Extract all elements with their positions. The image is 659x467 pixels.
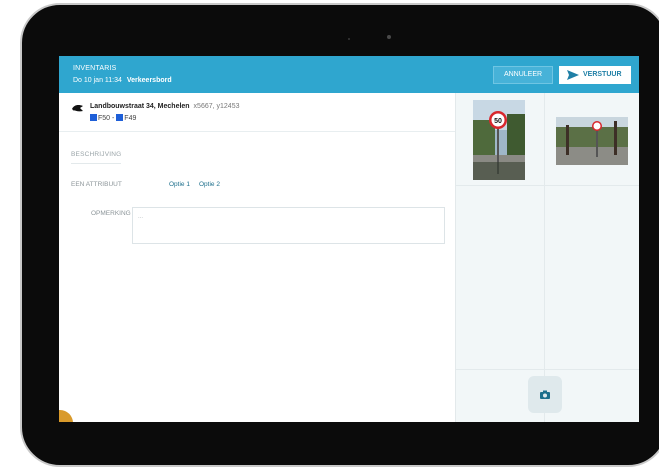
camera-button[interactable] <box>528 376 562 413</box>
app-screen: INVENTARIS Do 10 jan 11:34 Verkeersbord … <box>59 56 639 422</box>
sign-code-1: F50 <box>98 115 111 122</box>
speed-sign-photo: 50 <box>473 100 525 180</box>
location-address: Landbouwstraat 34, Mechelen <box>90 103 190 110</box>
sensor-dot <box>348 38 350 40</box>
remark-label: OPMERKING <box>91 210 131 217</box>
tab-description[interactable]: BESCHRIJVING <box>71 151 122 164</box>
location-coords: x5667, y12453 <box>193 103 240 110</box>
photo-panel: 50 <box>455 93 639 422</box>
sign-code-2: F49 <box>124 115 137 122</box>
location-row[interactable]: Landbouwstraat 34, Mechelen x5667, y1245… <box>59 93 455 132</box>
sign-icon <box>116 114 124 121</box>
cancel-button[interactable]: ANNULEER <box>493 66 553 84</box>
attribute-option-2[interactable]: Optie 2 <box>199 181 220 188</box>
header-subtitle: Do 10 jan 11:34 Verkeersbord <box>73 77 172 84</box>
form-panel: Landbouwstraat 34, Mechelen x5667, y1245… <box>59 93 455 422</box>
remark-field[interactable]: ... <box>132 207 445 244</box>
grid-divider <box>456 369 639 370</box>
front-camera <box>387 35 391 39</box>
header-bar: INVENTARIS Do 10 jan 11:34 Verkeersbord … <box>59 56 639 93</box>
grid-divider <box>456 185 639 186</box>
camera-icon <box>540 390 550 399</box>
location-address-line: Landbouwstraat 34, Mechelen x5667, y1245… <box>90 103 239 110</box>
header-type: Verkeersbord <box>126 77 172 84</box>
sign-codes: F50 - F49 <box>90 114 136 122</box>
grid-divider <box>544 93 545 422</box>
attribute-label: EEN ATTRIBUUT <box>71 181 122 188</box>
street-photo <box>556 117 628 165</box>
send-button-label: VERSTUUR <box>583 71 622 78</box>
send-icon <box>567 70 579 80</box>
header-date: Do 10 jan 11:34 <box>73 77 122 84</box>
attribute-option-1[interactable]: Optie 1 <box>169 181 190 188</box>
svg-text:50: 50 <box>494 118 502 125</box>
sign-icon <box>90 114 97 121</box>
photo-thumbnail[interactable]: 50 <box>473 100 525 180</box>
location-pin-icon <box>72 105 83 112</box>
header-title: INVENTARIS <box>73 65 117 72</box>
send-button[interactable]: VERSTUUR <box>559 66 631 84</box>
photo-thumbnail[interactable] <box>556 117 628 165</box>
